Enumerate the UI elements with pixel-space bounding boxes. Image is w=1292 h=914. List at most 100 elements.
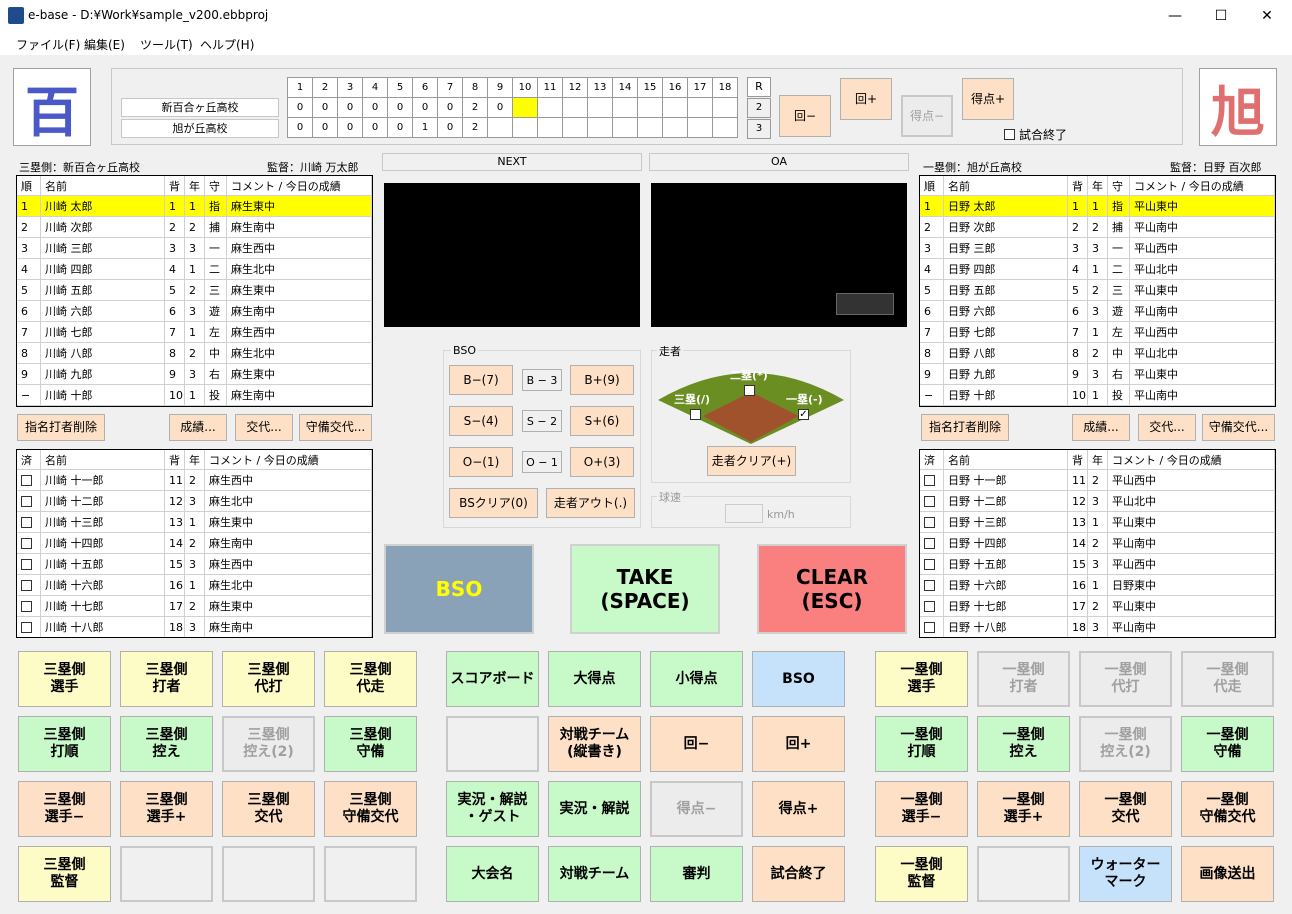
bso-button[interactable]: BSO [752,651,845,707]
score-cell[interactable] [662,117,688,138]
right-lineup-grid[interactable]: 順名前背年守コメント / 今日の成績 1 日野 太郎 1 1 指平山東中 2 日野 次郎 2 2 捕… [919,175,1276,407]
second-base-checkbox[interactable] [744,385,755,396]
strike-plus-button[interactable]: S+(6) [570,406,634,436]
l-bench2-button[interactable]: 三塁側 控え(2) [222,716,315,772]
ball-plus-button[interactable]: B+(9) [570,365,634,395]
bench-done-checkbox[interactable] [924,495,935,507]
score-cell[interactable]: 0 [337,97,363,118]
send-image-button[interactable]: 画像送出 [1181,846,1274,902]
score-cell[interactable] [512,97,538,118]
bench-done-checkbox[interactable] [924,474,935,486]
r-bench2-button[interactable]: 一塁側 控え(2) [1079,716,1172,772]
score-cell[interactable]: 0 [437,97,463,118]
score-cell[interactable] [712,117,738,138]
score-cell[interactable] [537,97,563,118]
right-def-sub-button[interactable]: 守備交代... [1202,414,1275,441]
score-cell[interactable] [562,97,588,118]
right-stats-button[interactable]: 成績... [1072,414,1130,441]
clear-button[interactable]: CLEAR (ESC) [757,544,907,634]
runner-out-button[interactable]: 走者アウト(.) [546,488,635,518]
minimize-button[interactable]: — [1152,0,1198,31]
l-order-button[interactable]: 三塁側 打順 [18,716,111,772]
score-minus-button[interactable]: 得点− [650,781,743,837]
score-cell[interactable]: 0 [287,117,313,138]
empty-slot-button[interactable] [222,846,315,902]
l-batter-button[interactable]: 三塁側 打者 [120,651,213,707]
inning-plus-button[interactable]: 回+ [840,78,892,120]
score-cell[interactable] [712,97,738,118]
bench-done-cell[interactable] [920,554,944,574]
left-remove-dh-button[interactable]: 指名打者削除 [17,414,105,441]
bench-done-cell[interactable] [920,491,944,511]
l-pp-button[interactable]: 三塁側 選手+ [120,781,213,837]
lineup-row[interactable]: 3 日野 三郎 3 3 一平山西中 [920,238,1275,259]
bench-done-checkbox[interactable] [21,600,32,612]
big-score-button[interactable]: 大得点 [548,651,641,707]
empty-slot-button[interactable] [446,716,539,772]
score-cell[interactable]: 0 [312,117,338,138]
bench-done-cell[interactable] [17,470,41,490]
bench-done-checkbox[interactable] [924,600,935,612]
bench-done-cell[interactable] [920,617,944,637]
bench-row[interactable]: 日野 十五郎 15 3 平山西中 [920,554,1275,575]
match-button[interactable]: 対戦チーム [548,846,641,902]
bench-done-cell[interactable] [17,596,41,616]
bench-done-cell[interactable] [920,596,944,616]
bench-done-cell[interactable] [17,554,41,574]
score-cell[interactable]: 2 [462,117,488,138]
bench-done-cell[interactable] [920,575,944,595]
ball-minus-button[interactable]: B−(7) [449,365,513,395]
score-plus-button[interactable]: 得点+ [752,781,845,837]
right-bench-grid[interactable]: 済名前背年コメント / 今日の成績 日野 十一郎 11 2 平山西中 日野 十二郎 12 3 平… [919,449,1276,638]
l-pinch-button[interactable]: 三塁側 代打 [222,651,315,707]
bench-row[interactable]: 川崎 十三郎 13 1 麻生東中 [17,512,372,533]
umpire-button[interactable]: 審判 [650,846,743,902]
menu-help[interactable]: ヘルプ(H) [200,36,254,53]
bench-row[interactable]: 日野 十八郎 18 3 平山南中 [920,617,1275,637]
bench-done-cell[interactable] [920,533,944,553]
r-player-button[interactable]: 一塁側 選手 [875,651,968,707]
bench-done-checkbox[interactable] [924,516,935,528]
score-cell[interactable]: 0 [362,97,388,118]
bench-done-checkbox[interactable] [21,474,32,486]
bs-clear-button[interactable]: BSクリア(0) [449,488,538,518]
score-cell[interactable] [662,97,688,118]
lineup-row[interactable]: 5 川崎 五郎 5 2 三麻生東中 [17,280,372,301]
commentary-button[interactable]: 実況・解説 [548,781,641,837]
bench-row[interactable]: 日野 十六郎 16 1 日野東中 [920,575,1275,596]
bench-done-checkbox[interactable] [924,579,935,591]
out-plus-button[interactable]: O+(3) [570,447,634,477]
score-cell[interactable] [537,117,563,138]
lineup-row[interactable]: 2 川崎 次郎 2 2 捕麻生南中 [17,217,372,238]
lineup-row[interactable]: 9 日野 九郎 9 3 右平山東中 [920,364,1275,385]
bench-done-checkbox[interactable] [21,516,32,528]
bench-done-cell[interactable] [17,575,41,595]
maximize-button[interactable]: ☐ [1198,0,1244,31]
left-def-sub-button[interactable]: 守備交代... [299,414,372,441]
menu-edit[interactable]: 編集(E) [84,36,125,53]
left-lineup-grid[interactable]: 順名前背年守コメント / 今日の成績 1 川崎 太郎 1 1 指麻生東中 2 川崎 次郎 2 2 捕… [16,175,373,407]
menu-tools[interactable]: ツール(T) [140,36,193,53]
score-cell[interactable]: 0 [287,97,313,118]
out-minus-button[interactable]: O−(1) [449,447,513,477]
r-sub-button[interactable]: 一塁側 交代 [1079,781,1172,837]
bench-row[interactable]: 日野 十三郎 13 1 平山東中 [920,512,1275,533]
score-cell[interactable]: 0 [337,117,363,138]
lineup-row[interactable]: 7 日野 七郎 7 1 左平山西中 [920,322,1275,343]
commentary-guest-button[interactable]: 実況・解説 ・ゲスト [446,781,539,837]
r-pinch-button[interactable]: 一塁側 代打 [1079,651,1172,707]
lineup-row[interactable]: 3 川崎 三郎 3 3 一麻生西中 [17,238,372,259]
take-button[interactable]: TAKE (SPACE) [570,544,720,634]
l-mgr-button[interactable]: 三塁側 監督 [18,846,111,902]
bso-main-button[interactable]: BSO [384,544,534,634]
lineup-row[interactable]: 2 日野 次郎 2 2 捕平山南中 [920,217,1275,238]
r-batter-button[interactable]: 一塁側 打者 [977,651,1070,707]
score-cell[interactable] [587,97,613,118]
bench-row[interactable]: 日野 十四郎 14 2 平山南中 [920,533,1275,554]
score-cell[interactable] [637,97,663,118]
lineup-row[interactable]: 8 日野 八郎 8 2 中平山北中 [920,343,1275,364]
first-base-checkbox[interactable]: ✓ [798,409,809,420]
bench-done-checkbox[interactable] [21,621,32,633]
empty-slot-button[interactable] [977,846,1070,902]
inn-plus-button[interactable]: 回+ [752,716,845,772]
